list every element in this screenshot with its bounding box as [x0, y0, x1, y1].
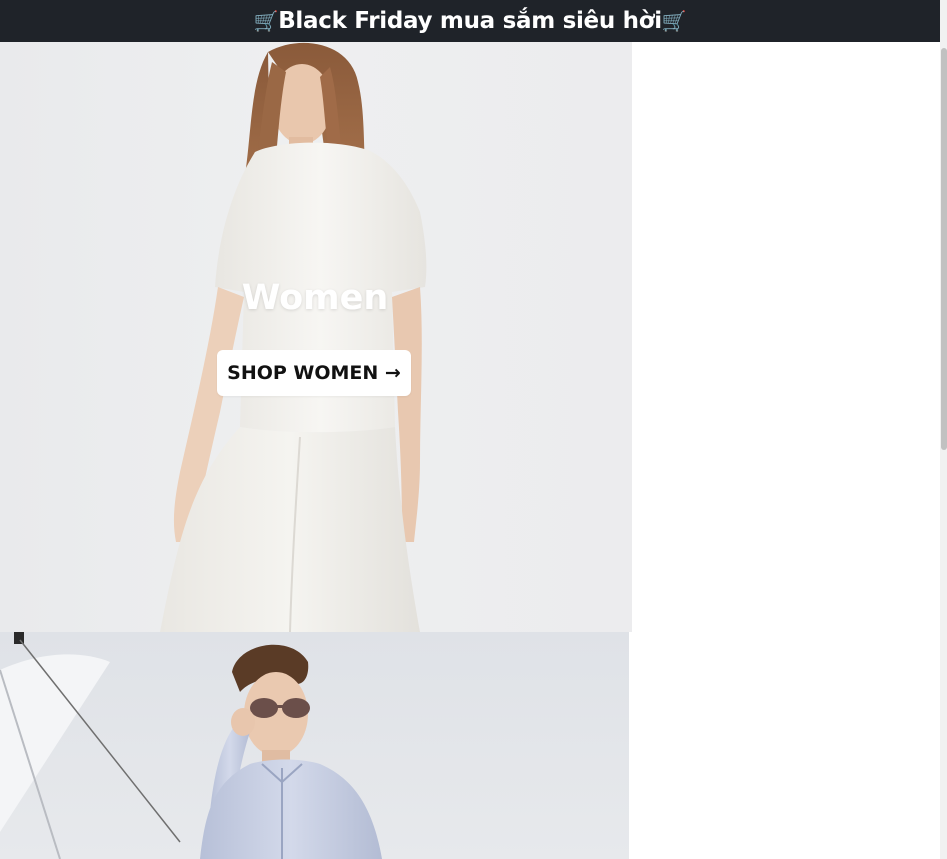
cart-icon: 🛒: [661, 9, 687, 33]
cart-icon: 🛒: [253, 9, 279, 33]
women-hero-section: Women SHOP WOMEN →: [0, 42, 632, 632]
men-hero-section: [0, 632, 629, 859]
women-hero-title: Women: [241, 278, 389, 318]
scrollbar-thumb[interactable]: [941, 48, 947, 450]
promo-banner-text: Black Friday mua sắm siêu hời: [278, 8, 662, 34]
men-model-photo: [0, 632, 382, 859]
shop-women-button[interactable]: SHOP WOMEN →: [217, 350, 411, 396]
promo-banner: 🛒 Black Friday mua sắm siêu hời 🛒: [0, 0, 940, 42]
women-model-photo: [160, 42, 427, 632]
